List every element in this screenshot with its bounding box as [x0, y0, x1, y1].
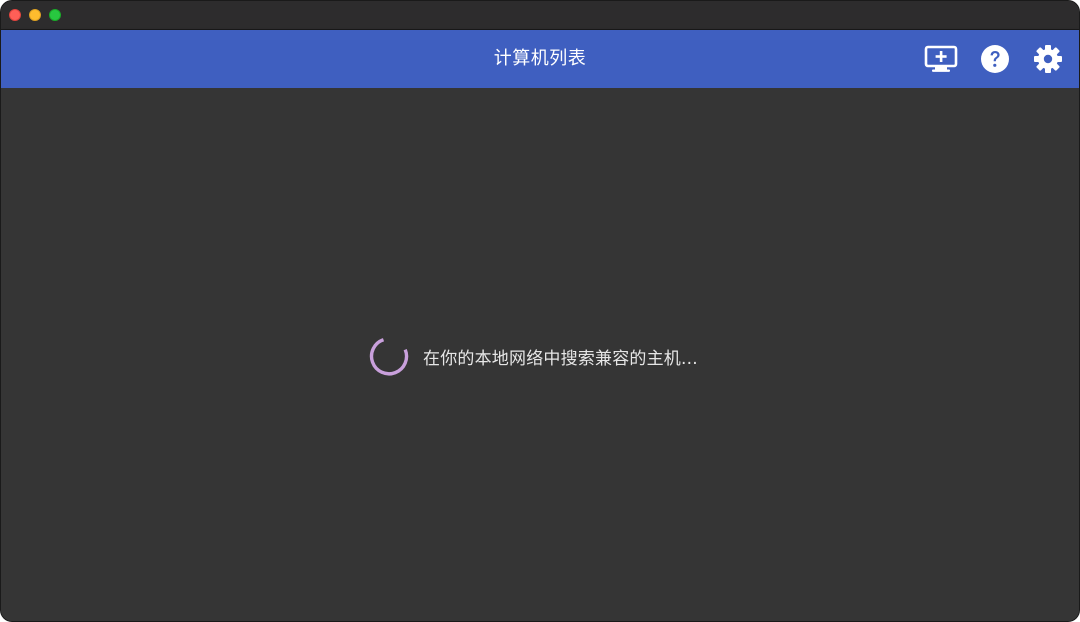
loading-spinner-icon — [369, 338, 409, 376]
window-close-button[interactable] — [9, 9, 21, 21]
add-pc-button[interactable] — [923, 41, 959, 77]
loading-indicator: 在你的本地网络中搜索兼容的主机... — [367, 334, 698, 378]
window-zoom-button[interactable] — [49, 9, 61, 21]
settings-button[interactable] — [1030, 41, 1066, 77]
page-title: 计算机列表 — [493, 48, 587, 69]
help-icon — [981, 45, 1009, 73]
window-titlebar[interactable] — [1, 1, 1079, 30]
app-toolbar: 计算机列表 — [1, 30, 1079, 88]
app-window: 计算机列表 在你的本地网络中搜索兼容的主机... — [0, 0, 1080, 622]
help-button[interactable] — [977, 41, 1013, 77]
settings-icon — [1034, 45, 1062, 73]
window-minimize-button[interactable] — [29, 9, 41, 21]
loading-status-text: 在你的本地网络中搜索兼容的主机... — [423, 348, 698, 369]
add-pc-icon — [924, 45, 958, 72]
computer-list-area: 在你的本地网络中搜索兼容的主机... — [1, 88, 1079, 621]
